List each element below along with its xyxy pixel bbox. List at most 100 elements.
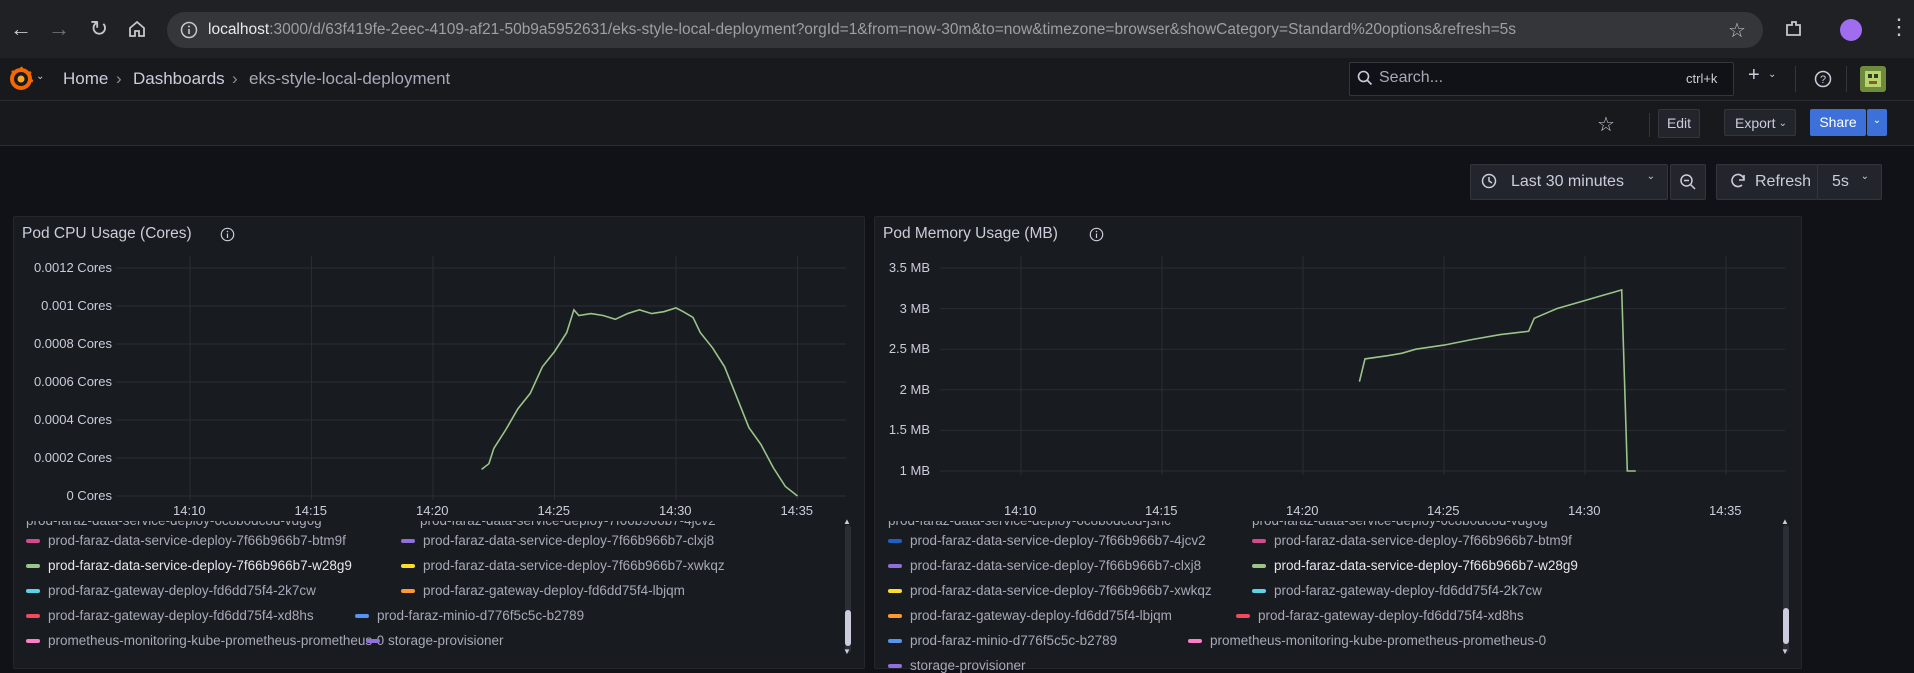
x-tick-label: 14:25 bbox=[537, 503, 571, 518]
legend-item[interactable]: prod-faraz-gateway-deploy-fd6dd75f4-lbjq… bbox=[888, 608, 1172, 623]
legend-item[interactable]: prod-faraz-gateway-deploy-fd6dd75f4-xd8h… bbox=[1236, 608, 1524, 623]
legend-item-clipped: prod-faraz-data-service-deploy-6c8b0dc8d… bbox=[1252, 521, 1548, 529]
x-tick-label: 14:10 bbox=[1004, 503, 1037, 518]
legend-item[interactable]: prod-faraz-data-service-deploy-7f66b966b… bbox=[26, 558, 352, 573]
legend-swatch bbox=[1252, 564, 1266, 569]
legend-item[interactable]: prod-faraz-gateway-deploy-fd6dd75f4-xd8h… bbox=[26, 608, 314, 623]
back-arrow-icon[interactable]: ← bbox=[6, 14, 36, 44]
legend-swatch bbox=[366, 639, 380, 644]
forward-arrow-icon[interactable]: → bbox=[44, 14, 74, 44]
help-icon[interactable]: ? bbox=[1814, 70, 1832, 88]
legend-swatch bbox=[26, 614, 40, 619]
menu-kebab-icon[interactable]: ⋮ bbox=[1888, 14, 1910, 40]
edit-button[interactable]: Edit bbox=[1658, 109, 1700, 138]
bookmark-star-icon[interactable]: ☆ bbox=[1728, 18, 1746, 43]
legend-swatch bbox=[401, 589, 415, 594]
legend-item[interactable]: prometheus-monitoring-kube-prometheus-pr… bbox=[26, 633, 384, 648]
legend-label: prod-faraz-data-service-deploy-7f66b966b… bbox=[48, 558, 352, 573]
scroll-down-icon[interactable]: ▼ bbox=[1781, 647, 1789, 656]
legend-item[interactable]: prod-faraz-data-service-deploy-7f66b966b… bbox=[26, 533, 346, 548]
legend-item[interactable]: prod-faraz-data-service-deploy-7f66b966b… bbox=[1252, 558, 1578, 573]
clock-icon bbox=[1481, 173, 1497, 192]
legend-swatch bbox=[1188, 639, 1202, 644]
reload-icon[interactable]: ↻ bbox=[84, 14, 114, 44]
site-info-icon[interactable] bbox=[180, 21, 198, 39]
refresh-button[interactable]: Refresh bbox=[1716, 164, 1818, 200]
breadcrumb-dashboards[interactable]: Dashboards bbox=[133, 69, 225, 89]
legend-item[interactable]: prod-faraz-gateway-deploy-fd6dd75f4-2k7c… bbox=[1252, 583, 1542, 598]
breadcrumb-current: eks-style-local-deployment bbox=[249, 69, 451, 88]
chevron-down-icon: ⌄ bbox=[1860, 171, 1869, 182]
y-tick-label: 3.5 MB bbox=[888, 260, 930, 275]
scroll-up-icon[interactable]: ▲ bbox=[843, 517, 851, 526]
x-tick-label: 14:15 bbox=[294, 503, 328, 518]
legend-swatch bbox=[401, 564, 415, 569]
legend-item[interactable]: prod-faraz-minio-d776f5c5c-b2789 bbox=[355, 608, 584, 623]
chevron-down-icon[interactable]: ⌄ bbox=[1768, 69, 1776, 80]
chevron-down-icon[interactable]: ⌄ bbox=[36, 71, 44, 82]
zoom-out-button[interactable] bbox=[1670, 164, 1706, 200]
user-avatar[interactable] bbox=[1860, 66, 1886, 92]
legend-label: prod-faraz-gateway-deploy-fd6dd75f4-xd8h… bbox=[1258, 608, 1524, 623]
legend-item[interactable]: prod-faraz-gateway-deploy-fd6dd75f4-2k7c… bbox=[26, 583, 316, 598]
time-range-picker[interactable]: Last 30 minutes ⌄ bbox=[1470, 164, 1668, 200]
y-tick-label: 0.0012 Cores bbox=[33, 260, 112, 275]
legend-label: prod-faraz-gateway-deploy-fd6dd75f4-lbjq… bbox=[910, 608, 1172, 623]
divider bbox=[1795, 66, 1796, 92]
legend-label: prometheus-monitoring-kube-prometheus-pr… bbox=[48, 633, 385, 648]
share-dropdown-button[interactable]: ⌄ bbox=[1867, 109, 1887, 136]
export-button[interactable]: Export ⌄ bbox=[1724, 109, 1796, 136]
x-tick-label: 14:35 bbox=[1709, 503, 1742, 518]
legend-label: prod-faraz-gateway-deploy-fd6dd75f4-lbjq… bbox=[423, 583, 685, 598]
legend-label: prod-faraz-data-service-deploy-7f66b966b… bbox=[910, 558, 1202, 573]
scroll-down-icon[interactable]: ▼ bbox=[843, 647, 851, 656]
legend-swatch bbox=[888, 539, 902, 544]
legend-scrollbar-thumb[interactable] bbox=[1783, 608, 1789, 644]
browser-toolbar: ← → ↻ localhost:3000/d/63f419fe-2eec-410… bbox=[0, 0, 1914, 58]
legend-item[interactable]: storage-provisioner bbox=[366, 633, 504, 648]
y-tick-label: 0.001 Cores bbox=[41, 298, 112, 313]
legend-item[interactable]: prod-faraz-gateway-deploy-fd6dd75f4-lbjq… bbox=[401, 583, 685, 598]
series-line[interactable] bbox=[1358, 288, 1636, 472]
legend-item[interactable]: prometheus-monitoring-kube-prometheus-pr… bbox=[1188, 633, 1546, 648]
memory-plot-area[interactable] bbox=[940, 256, 1785, 501]
legend-item[interactable]: prod-faraz-data-service-deploy-7f66b966b… bbox=[888, 558, 1201, 573]
add-plus-icon[interactable]: + bbox=[1748, 64, 1760, 87]
time-range-label: Last 30 minutes bbox=[1511, 173, 1624, 190]
legend-label: prod-faraz-data-service-deploy-7f66b966b… bbox=[1274, 558, 1578, 573]
legend-item[interactable]: prod-faraz-data-service-deploy-7f66b966b… bbox=[1252, 533, 1572, 548]
breadcrumb-home[interactable]: Home bbox=[63, 69, 108, 89]
home-icon[interactable] bbox=[122, 14, 152, 44]
search-placeholder: Search... bbox=[1379, 69, 1444, 86]
legend-label: prod-faraz-data-service-deploy-7f66b966b… bbox=[910, 583, 1212, 598]
y-tick-label: 1.5 MB bbox=[888, 422, 930, 438]
info-icon[interactable] bbox=[220, 227, 235, 242]
chevron-down-icon: ⌄ bbox=[1778, 118, 1787, 129]
profile-avatar[interactable] bbox=[1840, 19, 1862, 41]
y-tick-label: 2.5 MB bbox=[888, 341, 930, 357]
share-button[interactable]: Share bbox=[1810, 109, 1866, 136]
y-tick-label: 2 MB bbox=[899, 381, 930, 397]
extensions-icon[interactable] bbox=[1784, 19, 1804, 39]
legend-item[interactable]: prod-faraz-minio-d776f5c5c-b2789 bbox=[888, 633, 1117, 648]
refresh-interval-picker[interactable]: 5s ⌄ bbox=[1817, 164, 1882, 200]
legend-scrollbar-thumb[interactable] bbox=[845, 610, 851, 646]
legend-label: storage-provisioner bbox=[388, 633, 504, 648]
legend-swatch bbox=[401, 539, 415, 544]
legend-label: prod-faraz-data-service-deploy-7f66b966b… bbox=[910, 533, 1206, 548]
legend-item[interactable]: prod-faraz-data-service-deploy-7f66b966b… bbox=[888, 583, 1212, 598]
grafana-logo-icon[interactable] bbox=[8, 66, 34, 92]
legend-item[interactable]: prod-faraz-data-service-deploy-7f66b966b… bbox=[888, 533, 1206, 548]
legend-item[interactable]: prod-faraz-data-service-deploy-7f66b966b… bbox=[401, 533, 714, 548]
x-tick-label: 14:30 bbox=[1568, 503, 1601, 518]
cpu-plot-area[interactable] bbox=[116, 256, 846, 501]
favorite-star-icon[interactable]: ☆ bbox=[1597, 112, 1615, 137]
scroll-up-icon[interactable]: ▲ bbox=[1781, 517, 1789, 526]
info-icon[interactable] bbox=[1089, 227, 1104, 242]
breadcrumb-separator-icon: › bbox=[116, 69, 122, 88]
legend-item[interactable]: prod-faraz-data-service-deploy-7f66b966b… bbox=[401, 558, 725, 573]
url-path: :3000/d/63f419fe-2eec-4109-af21-50b9a595… bbox=[269, 21, 1516, 38]
series-line[interactable] bbox=[481, 307, 798, 497]
divider bbox=[1649, 113, 1650, 137]
panel-title: Pod Memory Usage (MB) bbox=[883, 225, 1058, 242]
